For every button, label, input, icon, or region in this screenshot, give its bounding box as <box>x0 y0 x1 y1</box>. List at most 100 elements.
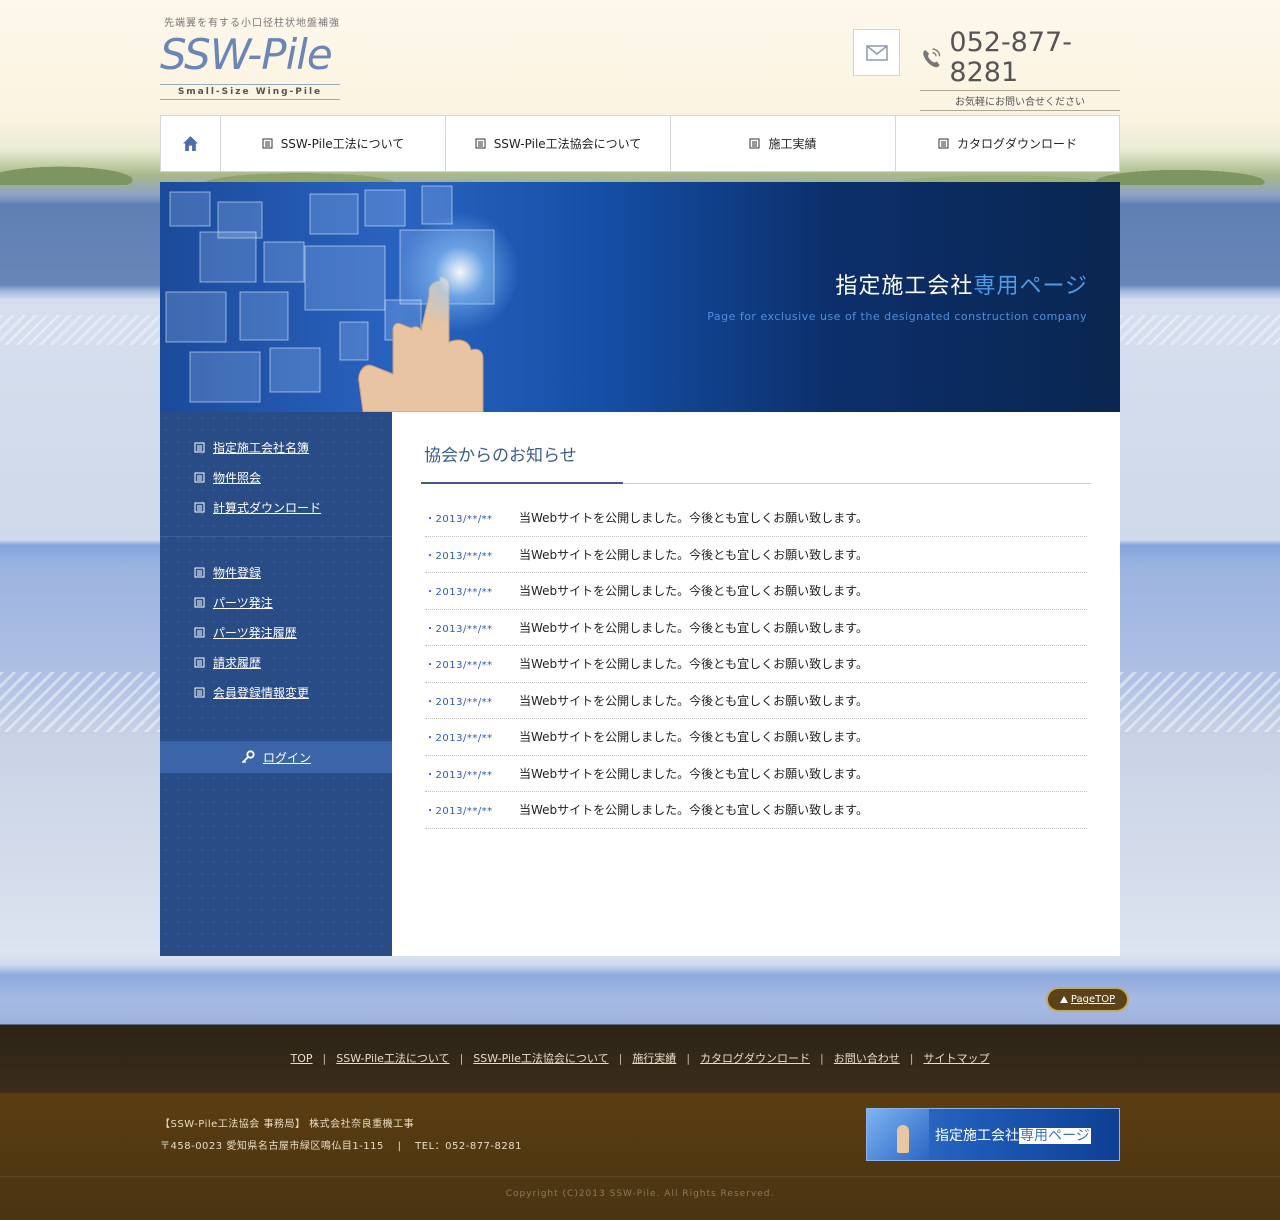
sidebar-item-property-register[interactable]: 物件登録 <box>160 557 392 587</box>
page-top-label: PageTOP <box>1070 994 1116 1005</box>
footer-divider <box>0 1176 1280 1177</box>
document-icon <box>194 627 205 637</box>
sidebar-item-label: パーツ発注履歴 <box>213 625 297 640</box>
footer-nav-link[interactable]: サイトマップ <box>923 1052 989 1065</box>
phone-icon <box>923 48 941 68</box>
banner-thumbnail <box>867 1109 929 1160</box>
news-text: 当Webサイトを公開しました。今後とも宜しくお願い致します。 <box>519 547 868 562</box>
news-date: ・2013/**/** <box>425 696 493 708</box>
nav-item-catalog[interactable]: カタログダウンロード <box>895 116 1119 171</box>
nav-label: SSW-Pile工法協会について <box>493 137 642 151</box>
sidebar-item-property-inquiry[interactable]: 物件照会 <box>160 462 392 492</box>
sidebar-item-contractor-list[interactable]: 指定施工会社名簿 <box>160 432 392 462</box>
footer-nav: TOP | SSW-Pile工法について | SSW-Pile工法協会について | 施行実績… <box>0 1050 1280 1066</box>
news-item: ・2013/**/** 当Webサイトを公開しました。今後とも宜しくお願い致します… <box>425 792 1087 829</box>
document-icon <box>194 597 205 607</box>
footer-nav-link[interactable]: 施行実績 <box>632 1052 676 1065</box>
sidebar-item-label: 物件登録 <box>213 565 262 580</box>
document-icon <box>749 138 760 149</box>
hero-title-accent: 専用ページ <box>973 274 1088 299</box>
news-text: 当Webサイトを公開しました。今後とも宜しくお願い致します。 <box>519 511 868 526</box>
global-nav: SSW-Pile工法について SSW-Pile工法協会について 施工実績 カタロ… <box>160 115 1120 172</box>
hero-glow <box>400 212 520 332</box>
document-icon <box>194 442 205 452</box>
nav-item-method[interactable]: SSW-Pile工法について <box>220 116 445 171</box>
news-item: ・2013/**/** 当Webサイトを公開しました。今後とも宜しくお願い致します… <box>425 500 1087 537</box>
copyright: Copyright (C)2013 SSW-Pile. All Rights R… <box>505 1189 775 1199</box>
news-item: ・2013/**/** 当Webサイトを公開しました。今後とも宜しくお願い致します… <box>425 573 1087 610</box>
page-top-button[interactable]: PageTOP <box>1046 987 1129 1012</box>
footer-nav-separator: | <box>686 1052 691 1065</box>
site-logo[interactable]: SSW-Pile <box>160 34 333 76</box>
news-date: ・2013/**/** <box>425 550 493 562</box>
footer-nav-separator: | <box>820 1052 824 1065</box>
news-text: 当Webサイトを公開しました。今後とも宜しくお願い致します。 <box>519 693 868 708</box>
nav-home[interactable] <box>161 116 220 171</box>
sidebar-item-label: 請求履歴 <box>213 655 262 670</box>
sidebar-group-1: 指定施工会社名簿 物件照会 計算式ダウンロード <box>160 412 392 536</box>
login-label: ログイン <box>262 750 311 765</box>
footer-nav-link[interactable]: SSW-Pile工法について <box>336 1052 449 1065</box>
news-date: ・2013/**/** <box>425 587 493 599</box>
hero-banner: 指定施工会社専用ページ Page for exclusive use of th… <box>160 182 1120 412</box>
news-text: 当Webサイトを公開しました。今後とも宜しくお願い致します。 <box>519 803 868 818</box>
sidebar-item-member-info[interactable]: 会員登録情報変更 <box>160 677 392 707</box>
nav-label: SSW-Pile工法について <box>280 137 405 151</box>
news-text: 当Webサイトを公開しました。今後とも宜しくお願い致します。 <box>519 584 868 599</box>
phone-number-row: 052-877-8281 <box>920 28 1120 88</box>
footer-nav-link[interactable]: SSW-Pile工法協会について <box>473 1052 608 1065</box>
sidebar-item-parts-order-history[interactable]: パーツ発注履歴 <box>160 617 392 647</box>
sidebar-item-parts-order[interactable]: パーツ発注 <box>160 587 392 617</box>
news-item: ・2013/**/** 当Webサイトを公開しました。今後とも宜しくお願い致します… <box>425 683 1087 719</box>
news-date: ・2013/**/** <box>425 514 493 526</box>
document-icon <box>938 138 949 149</box>
news-text: 当Webサイトを公開しました。今後とも宜しくお願い致します。 <box>519 766 868 781</box>
sidebar-item-formula-download[interactable]: 計算式ダウンロード <box>160 492 392 522</box>
document-icon <box>194 502 205 512</box>
document-icon <box>194 472 205 482</box>
banner-text-main: 指定施工会社 <box>935 1127 1019 1144</box>
footer-info: 【SSW-Pile工法協会 事務局】 株式会社奈良重機工事 〒458-0023 … <box>160 1114 522 1158</box>
footer-nav-separator: | <box>909 1052 914 1065</box>
site-header: 先端翼を有する小口径柱状地盤補強 SSW-Pile Small-Size Win… <box>160 0 1120 111</box>
document-icon <box>194 687 205 697</box>
news-date: ・2013/**/** <box>425 660 493 672</box>
banner-text-accent: 専用ページ <box>1019 1127 1091 1144</box>
content-area: 指定施工会社名簿 物件照会 計算式ダウンロード 物件登録 パーツ発注 パーツ発注… <box>160 412 1120 956</box>
document-icon <box>194 567 205 577</box>
site-tagline: 先端翼を有する小口径柱状地盤補強 <box>164 18 340 29</box>
news-item: ・2013/**/** 当Webサイトを公開しました。今後とも宜しくお願い致します… <box>425 646 1087 683</box>
news-list: ・2013/**/** 当Webサイトを公開しました。今後とも宜しくお願い致します… <box>421 500 1091 829</box>
mail-icon <box>865 44 888 61</box>
news-item: ・2013/**/** 当Webサイトを公開しました。今後とも宜しくお願い致します… <box>425 756 1087 792</box>
document-icon <box>262 138 273 149</box>
footer-nav-link[interactable]: TOP <box>291 1052 313 1065</box>
triangle-up-icon <box>1059 996 1068 1003</box>
news-text: 当Webサイトを公開しました。今後とも宜しくお願い致します。 <box>519 620 868 635</box>
news-date: ・2013/**/** <box>425 769 493 781</box>
news-item: ・2013/**/** 当Webサイトを公開しました。今後とも宜しくお願い致します… <box>425 719 1087 756</box>
footer-tel: TEL：052-877-8281 <box>415 1141 522 1152</box>
sidebar-item-billing-history[interactable]: 請求履歴 <box>160 647 392 677</box>
document-icon <box>475 138 486 149</box>
phone-number: 052-877-8281 <box>949 27 1072 88</box>
page-title: 協会からのお知らせ <box>424 446 577 466</box>
title-divider <box>421 482 1091 484</box>
login-button[interactable]: ログイン <box>160 741 392 773</box>
document-icon <box>194 657 205 667</box>
nav-item-results[interactable]: 施工実績 <box>670 116 895 171</box>
nav-item-association[interactable]: SSW-Pile工法協会について <box>445 116 670 171</box>
footer-exclusive-page-banner[interactable]: 指定施工会社専用ページ <box>866 1108 1120 1161</box>
news-date: ・2013/**/** <box>425 806 493 818</box>
footer-separator: | <box>397 1141 402 1152</box>
footer-nav-separator: | <box>618 1052 623 1065</box>
footer-nav-separator: | <box>322 1052 327 1065</box>
footer-nav-link[interactable]: カタログダウンロード <box>700 1052 810 1065</box>
sidebar-item-label: 会員登録情報変更 <box>213 685 310 700</box>
footer-nav-link[interactable]: お問い合わせ <box>834 1052 900 1065</box>
contact-mail-button[interactable] <box>853 29 900 76</box>
sidebar: 指定施工会社名簿 物件照会 計算式ダウンロード 物件登録 パーツ発注 パーツ発注… <box>160 412 392 956</box>
footer-office: 【SSW-Pile工法協会 事務局】 株式会社奈良重機工事 <box>160 1119 415 1130</box>
footer-address: 〒458-0023 愛知県名古屋市緑区鳴仏目1-115 <box>160 1141 384 1152</box>
phone-block: 052-877-8281 お気軽にお問い合せください <box>920 28 1120 111</box>
